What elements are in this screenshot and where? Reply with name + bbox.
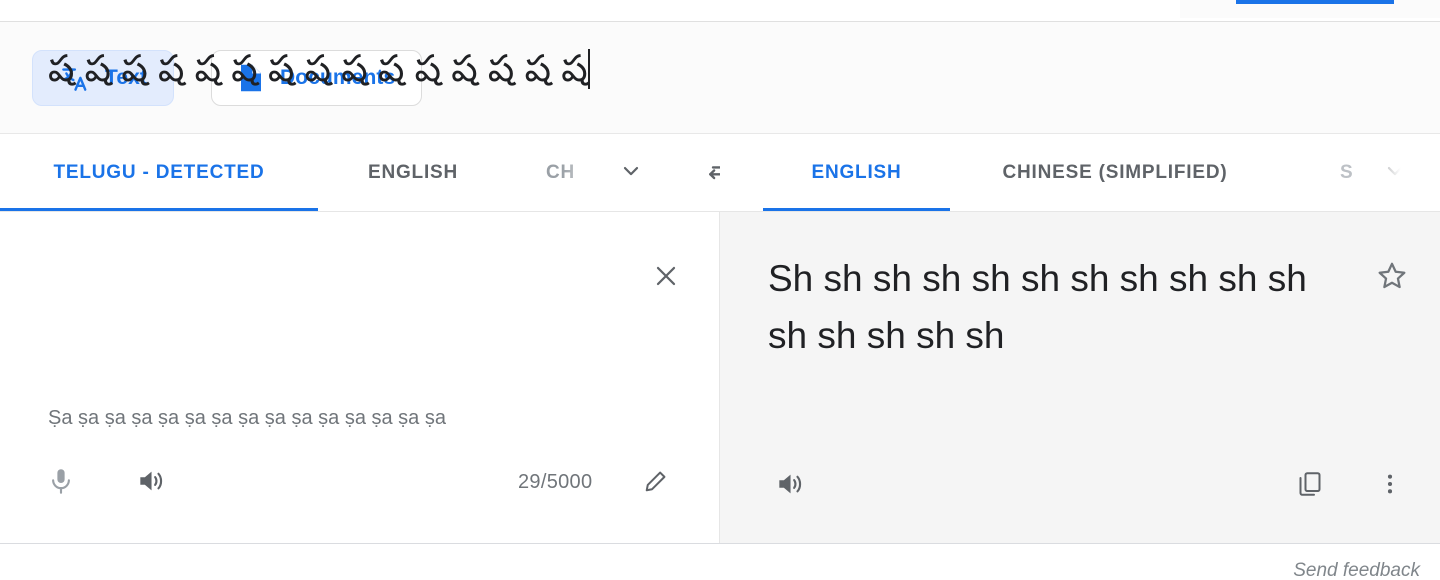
clear-source-button[interactable] <box>646 258 686 298</box>
save-translation-button[interactable] <box>1372 258 1412 298</box>
source-tab-telugu-label: TELUGU - DETECTED <box>53 162 265 183</box>
translation-output: Sh sh sh sh sh sh sh sh sh sh sh sh sh s… <box>768 258 1307 356</box>
source-tab-english[interactable]: ENGLISH <box>318 134 508 212</box>
target-tab-spanish-truncated[interactable]: S <box>1292 134 1372 212</box>
source-text-value: ష ష ష ష ష ష ష ష ష ష ష ష ష ష ష <box>48 48 588 89</box>
target-more-languages-button[interactable] <box>1370 134 1420 212</box>
source-tab-chinese-label: CH <box>546 162 576 183</box>
microphone-icon <box>46 466 76 501</box>
source-tab-english-label: ENGLISH <box>367 162 459 183</box>
chevron-down-icon <box>1382 158 1408 189</box>
target-tab-english-label: ENGLISH <box>811 162 902 183</box>
source-transliteration: Ṣa ṣa ṣa ṣa ṣa ṣa ṣa ṣa ṣa ṣa ṣa ṣa ṣa ṣ… <box>48 407 446 429</box>
source-more-languages-button[interactable] <box>606 134 656 212</box>
source-language-tabbar: TELUGU - DETECTED ENGLISH CH <box>0 134 731 212</box>
source-tab-chinese-truncated[interactable]: CH <box>508 134 608 212</box>
edit-source-button[interactable] <box>637 465 673 503</box>
pencil-icon <box>641 468 669 501</box>
send-feedback-link[interactable]: Send feedback <box>1293 560 1420 580</box>
top-cutoff-tab-strip <box>0 0 1440 22</box>
copy-translation-button[interactable] <box>1290 466 1330 506</box>
target-language-tabbar: ENGLISH CHINESE (SIMPLIFIED) S <box>720 134 1440 212</box>
top-cutoff-tab-underline <box>1236 0 1394 4</box>
source-tab-telugu-detected[interactable]: TELUGU - DETECTED <box>0 134 318 212</box>
text-cursor <box>587 49 590 89</box>
source-textarea[interactable]: ష ష ష ష ష ష ష ష ష ష ష ష ష ష ష <box>48 40 608 98</box>
star-outline-icon <box>1375 259 1409 298</box>
copy-icon <box>1295 469 1325 504</box>
more-vert-icon <box>1377 471 1403 502</box>
character-counter: 29/5000 <box>518 471 593 493</box>
speaker-icon <box>774 468 806 505</box>
target-tab-english[interactable]: ENGLISH <box>763 134 950 212</box>
speaker-icon <box>135 465 167 502</box>
footer-divider <box>0 543 1440 544</box>
target-tab-spanish-label: S <box>1340 162 1354 183</box>
target-tab-chinese-label: CHINESE (SIMPLIFIED) <box>1002 162 1228 183</box>
microphone-button[interactable] <box>42 463 80 503</box>
google-translate-page: Text Documents TELUGU - DETECTED ENGLISH… <box>0 0 1440 580</box>
chevron-down-icon <box>618 158 644 189</box>
source-panel <box>0 212 720 543</box>
listen-translation-button[interactable] <box>770 466 810 506</box>
listen-source-button[interactable] <box>131 463 171 503</box>
close-icon <box>650 260 682 297</box>
panel-divider <box>719 212 720 543</box>
translation-more-options-button[interactable] <box>1372 466 1408 506</box>
target-tab-chinese-simplified[interactable]: CHINESE (SIMPLIFIED) <box>950 134 1280 212</box>
